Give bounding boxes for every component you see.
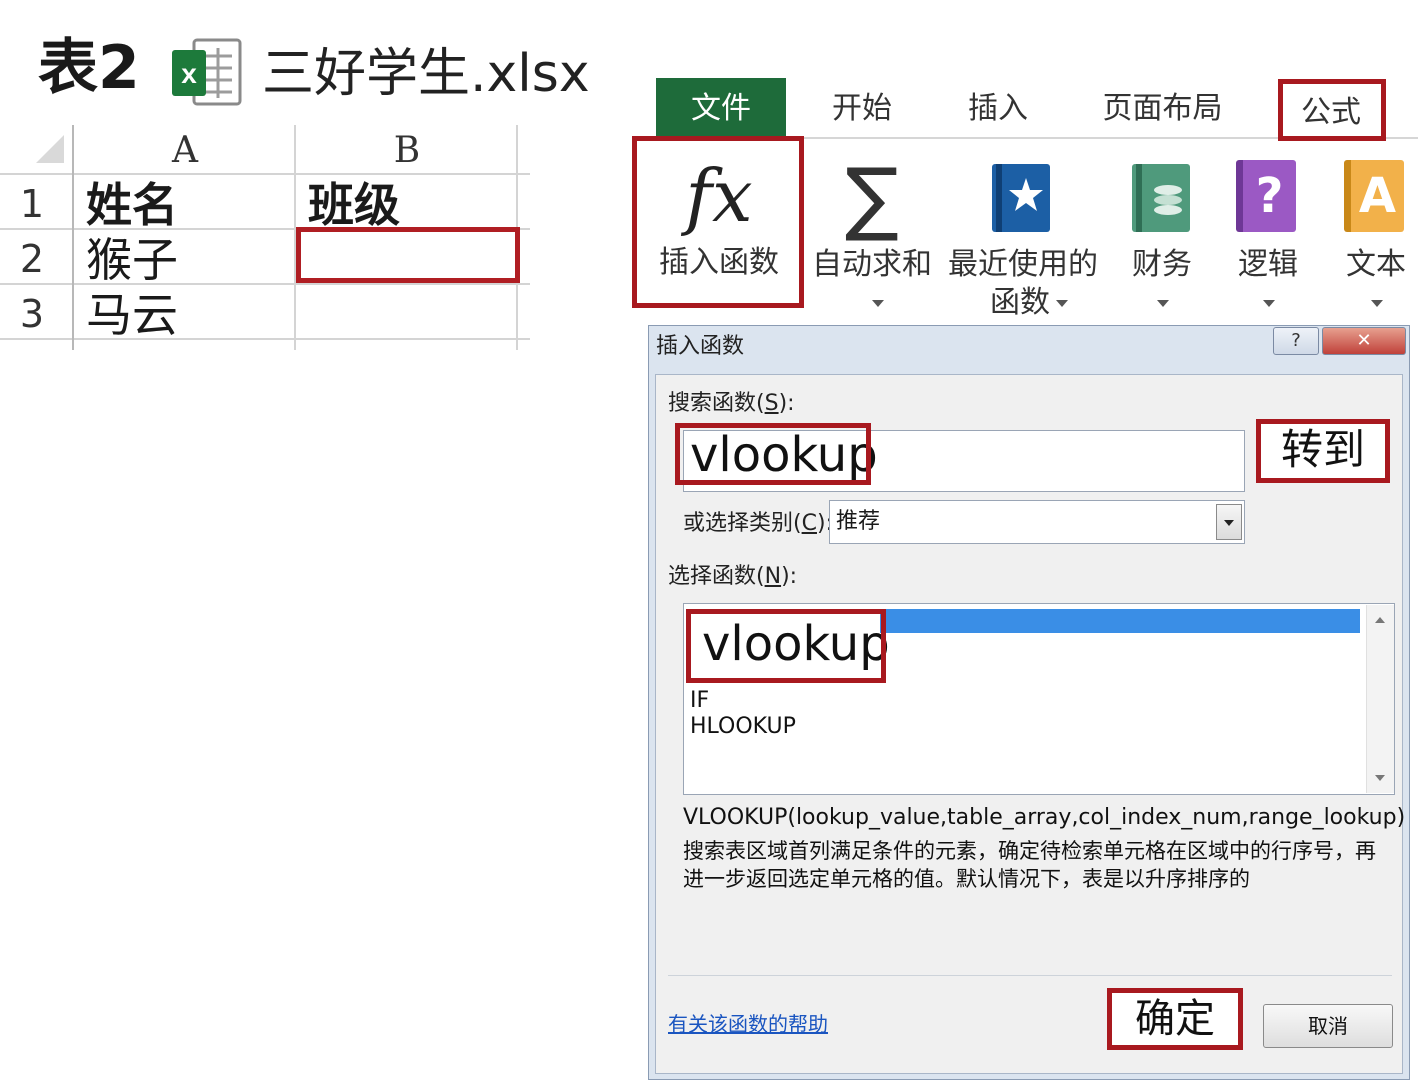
dropdown-arrow-icon (1263, 300, 1275, 307)
dialog-title: 插入函数 (656, 334, 745, 359)
row-header-3[interactable]: 3 (0, 285, 64, 340)
file-name: 三好学生.xlsx (262, 44, 590, 104)
financial-button[interactable]: 财务 (1124, 150, 1200, 315)
cell-a2[interactable]: 猴子 (76, 230, 296, 287)
goto-highlight (1256, 419, 1390, 483)
help-button[interactable]: ? (1273, 327, 1319, 355)
function-help-link[interactable]: 有关该函数的帮助 (668, 1010, 828, 1038)
star-book-icon (992, 164, 1050, 232)
column-header-b[interactable]: B (296, 125, 518, 171)
dropdown-arrow-icon (1157, 300, 1169, 307)
divider (668, 975, 1392, 976)
recent-functions-button[interactable]: 最近使用的 函数 (944, 150, 1102, 320)
cell-a1[interactable]: 姓名 (76, 175, 296, 232)
scroll-up-icon[interactable] (1375, 617, 1385, 623)
row-header-1[interactable]: 1 (0, 175, 64, 230)
svg-text:x: x (181, 58, 197, 89)
function-description: 搜索表区域首列满足条件的元素，确定待检索单元格在区域中的行序号，再进一步返回选定… (683, 839, 1376, 891)
gridline (72, 125, 74, 350)
search-function-label: 搜索函数(S): (668, 391, 795, 416)
chevron-down-icon[interactable] (1216, 504, 1242, 540)
list-selection-highlight (686, 609, 886, 683)
text-book-icon: A (1344, 160, 1404, 232)
autosum-button[interactable]: ∑ 自动求和 (808, 150, 936, 315)
select-function-label: 选择函数(N): (668, 564, 798, 589)
selected-cell-highlight (296, 227, 520, 283)
recent-functions-label-2: 函数 (990, 285, 1050, 320)
logical-button[interactable]: ? 逻辑 (1230, 150, 1306, 315)
financial-label: 财务 (1132, 247, 1192, 282)
scroll-down-icon[interactable] (1375, 775, 1385, 781)
select-all-corner[interactable] (36, 135, 64, 163)
search-value-highlight (675, 423, 871, 485)
dropdown-arrow-icon (1056, 300, 1068, 307)
list-scrollbar[interactable] (1366, 605, 1394, 793)
cell-a3[interactable]: 马云 (76, 285, 296, 342)
logic-book-icon: ? (1236, 160, 1296, 232)
tab-home[interactable]: 开始 (812, 78, 912, 138)
logical-label: 逻辑 (1238, 247, 1298, 282)
column-header-a[interactable]: A (74, 125, 296, 171)
category-select[interactable]: 推荐 (829, 500, 1245, 544)
dropdown-arrow-icon (1371, 300, 1383, 307)
tab-page-layout[interactable]: 页面布局 (1090, 78, 1235, 138)
finance-book-icon (1132, 164, 1190, 232)
tab-file[interactable]: 文件 (656, 78, 786, 138)
recent-functions-label-1: 最近使用的 (948, 247, 1098, 282)
function-item-hlookup[interactable]: HLOOKUP (690, 714, 796, 740)
table-label: 表2 (38, 33, 140, 103)
tab-insert[interactable]: 插入 (948, 78, 1048, 138)
close-button[interactable]: ✕ (1322, 327, 1406, 355)
text-functions-label: 文本 (1346, 247, 1406, 282)
gridline (0, 283, 530, 285)
row-header-2[interactable]: 2 (0, 230, 64, 285)
text-functions-button[interactable]: A 文本 (1338, 150, 1414, 315)
cell-b3[interactable] (298, 285, 518, 340)
spreadsheet-grid: A B 1 2 3 姓名 班级 猴子 马云 (0, 125, 530, 355)
function-item-if[interactable]: IF (690, 688, 709, 714)
selected-row-highlight (880, 609, 1360, 633)
gridline (0, 173, 530, 175)
category-value: 推荐 (836, 509, 881, 534)
cell-b1[interactable]: 班级 (298, 175, 518, 232)
insert-function-highlight (632, 136, 804, 308)
ok-highlight (1107, 988, 1243, 1050)
sigma-icon: ∑ (845, 151, 899, 244)
cancel-button[interactable]: 取消 (1263, 1004, 1393, 1048)
excel-file-icon: x (172, 38, 242, 106)
autosum-label: 自动求和 (812, 247, 932, 282)
function-syntax: VLOOKUP(lookup_value,table_array,col_ind… (683, 805, 1406, 830)
formulas-tab-highlight (1278, 79, 1386, 141)
gridline (0, 338, 530, 340)
category-label: 或选择类别(C): (683, 511, 833, 536)
dropdown-arrow-icon (872, 300, 884, 307)
